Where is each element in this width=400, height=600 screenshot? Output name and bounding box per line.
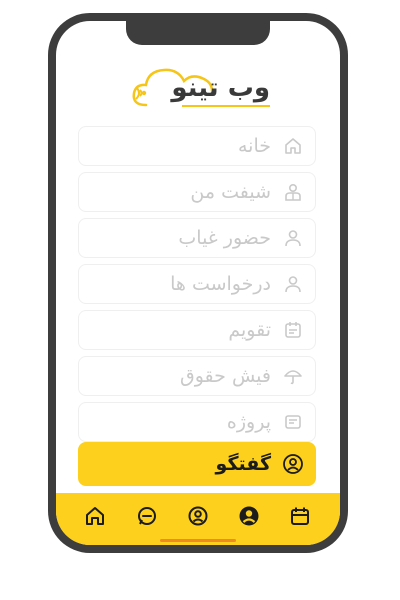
home-indicator <box>160 539 236 542</box>
logo-underline <box>182 105 270 107</box>
menu-item-my-shift[interactable]: شیفت من <box>78 172 316 212</box>
bottom-nav-calendar[interactable] <box>287 503 313 529</box>
logo-text: وب تینو <box>171 73 270 103</box>
home-icon <box>86 507 104 525</box>
home-icon <box>281 134 305 158</box>
menu-item-project[interactable]: پروژه <box>78 402 316 442</box>
menu-item-payslip[interactable]: فیش حقوق <box>78 356 316 396</box>
app-logo: وب تینو <box>126 57 276 113</box>
user-icon <box>281 272 305 296</box>
bottom-nav-user[interactable] <box>185 503 211 529</box>
umbrella-icon <box>281 364 305 388</box>
user-icon <box>281 226 305 250</box>
menu-item-label: فیش حقوق <box>180 365 271 387</box>
menu-item-attendance[interactable]: حضور غیاب <box>78 218 316 258</box>
menu-item-requests[interactable]: درخواست ها <box>78 264 316 304</box>
bottom-nav-bar <box>56 493 340 545</box>
menu-item-label: خانه <box>237 135 271 157</box>
phone-screen: وب تینو خانه شیفت من حضور غیاب درخواست ه… <box>56 21 340 545</box>
menu-item-chat[interactable]: گفتگو <box>78 442 316 486</box>
menu-item-label: پروژه <box>226 411 271 433</box>
user-shift-icon <box>281 180 305 204</box>
user-circle-icon <box>188 506 208 526</box>
menu-item-home[interactable]: خانه <box>78 126 316 166</box>
folder-icon <box>281 410 305 434</box>
bottom-nav-home[interactable] <box>82 503 108 529</box>
menu-item-label: شیفت من <box>190 181 271 203</box>
bottom-nav-profile[interactable] <box>236 503 262 529</box>
menu-item-label: درخواست ها <box>170 273 271 295</box>
menu-item-label: گفتگو <box>215 453 271 475</box>
chat-icon <box>138 507 156 525</box>
menu-item-label: تقویم <box>228 319 271 341</box>
menu-item-label: حضور غیاب <box>178 227 271 249</box>
calendar-icon <box>291 507 309 525</box>
chat-user-icon <box>281 452 305 476</box>
bottom-nav-chat[interactable] <box>134 503 160 529</box>
calendar-icon <box>281 318 305 342</box>
phone-notch <box>126 21 270 45</box>
menu-item-calendar[interactable]: تقویم <box>78 310 316 350</box>
profile-icon <box>239 506 259 526</box>
